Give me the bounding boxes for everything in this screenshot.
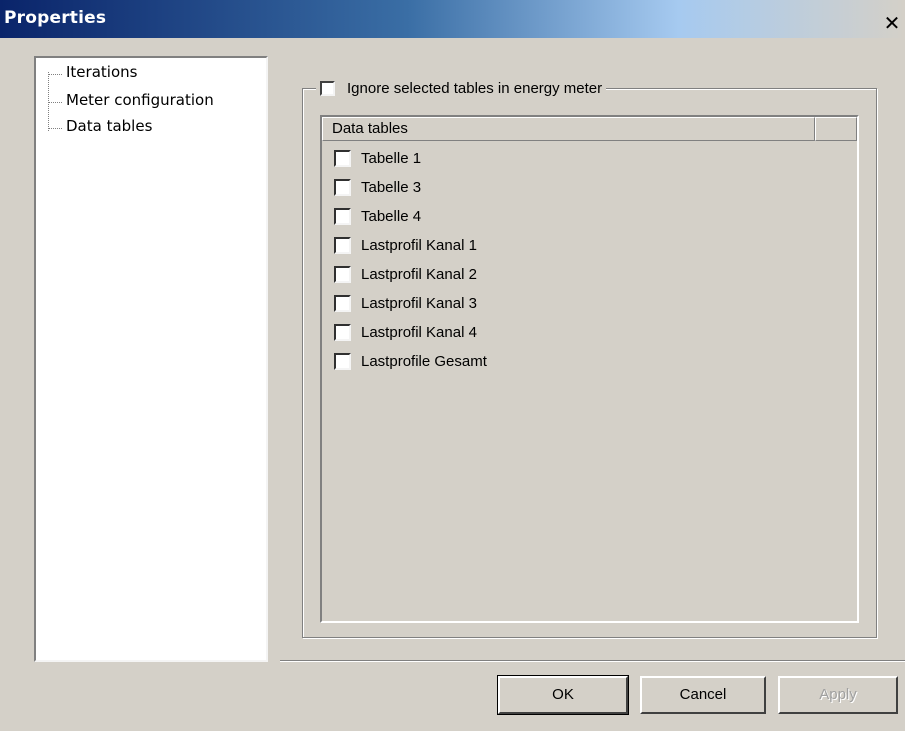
checkbox-icon[interactable] xyxy=(334,178,351,196)
checkbox-icon[interactable] xyxy=(320,80,335,96)
list-header: Data tables xyxy=(322,117,857,141)
list-item-label: Lastprofile Gesamt xyxy=(361,352,487,370)
properties-dialog: Properties ✕ Iterations Meter configurat… xyxy=(0,0,905,731)
tree-connector xyxy=(48,74,62,75)
data-tables-list[interactable]: Data tables Tabelle 1 Tabelle 3 Tabelle … xyxy=(320,115,859,623)
column-header-data-tables[interactable]: Data tables xyxy=(322,117,815,141)
list-item[interactable]: Lastprofil Kanal 4 xyxy=(334,318,477,346)
list-item[interactable]: Lastprofile Gesamt xyxy=(334,347,487,375)
column-header-empty[interactable] xyxy=(815,117,857,141)
tree-item-label: Iterations xyxy=(66,63,138,81)
list-item-label: Tabelle 3 xyxy=(361,178,422,196)
tree-item-label: Data tables xyxy=(66,117,153,135)
checkbox-icon[interactable] xyxy=(334,294,351,312)
list-item-label: Lastprofil Kanal 4 xyxy=(361,323,477,341)
list-item[interactable]: Lastprofil Kanal 3 xyxy=(334,289,477,317)
cancel-button[interactable]: Cancel xyxy=(640,676,766,714)
checkbox-icon[interactable] xyxy=(334,207,351,225)
tree-connector xyxy=(48,102,62,103)
tree-item-label: Meter configuration xyxy=(66,91,214,109)
list-item[interactable]: Lastprofil Kanal 2 xyxy=(334,260,477,288)
list-item-label: Lastprofil Kanal 3 xyxy=(361,294,477,312)
tree-connector xyxy=(48,128,62,129)
list-item[interactable]: Lastprofil Kanal 1 xyxy=(334,231,477,259)
ignore-tables-label: Ignore selected tables in energy meter xyxy=(347,79,603,97)
list-item[interactable]: Tabelle 4 xyxy=(334,202,421,230)
title-bar[interactable]: Properties ✕ xyxy=(0,0,905,38)
window-title: Properties xyxy=(4,8,107,28)
list-item[interactable]: Tabelle 3 xyxy=(334,173,421,201)
list-item-label: Tabelle 1 xyxy=(361,149,422,167)
close-icon[interactable]: ✕ xyxy=(881,12,903,34)
checkbox-icon[interactable] xyxy=(334,352,351,370)
list-item-label: Tabelle 4 xyxy=(361,207,422,225)
checkbox-icon[interactable] xyxy=(334,323,351,341)
list-item[interactable]: Tabelle 1 xyxy=(334,144,421,172)
checkbox-icon[interactable] xyxy=(334,149,351,167)
ok-button[interactable]: OK xyxy=(497,675,629,715)
list-item-label: Lastprofil Kanal 2 xyxy=(361,265,477,283)
ignore-tables-checkbox[interactable]: Ignore selected tables in energy meter xyxy=(316,76,607,100)
checkbox-icon[interactable] xyxy=(334,236,351,254)
apply-button[interactable]: Apply xyxy=(778,676,898,714)
properties-tree: Iterations Meter configuration Data tabl… xyxy=(34,56,268,662)
checkbox-icon[interactable] xyxy=(334,265,351,283)
list-item-label: Lastprofil Kanal 1 xyxy=(361,236,477,254)
button-separator xyxy=(280,660,905,662)
